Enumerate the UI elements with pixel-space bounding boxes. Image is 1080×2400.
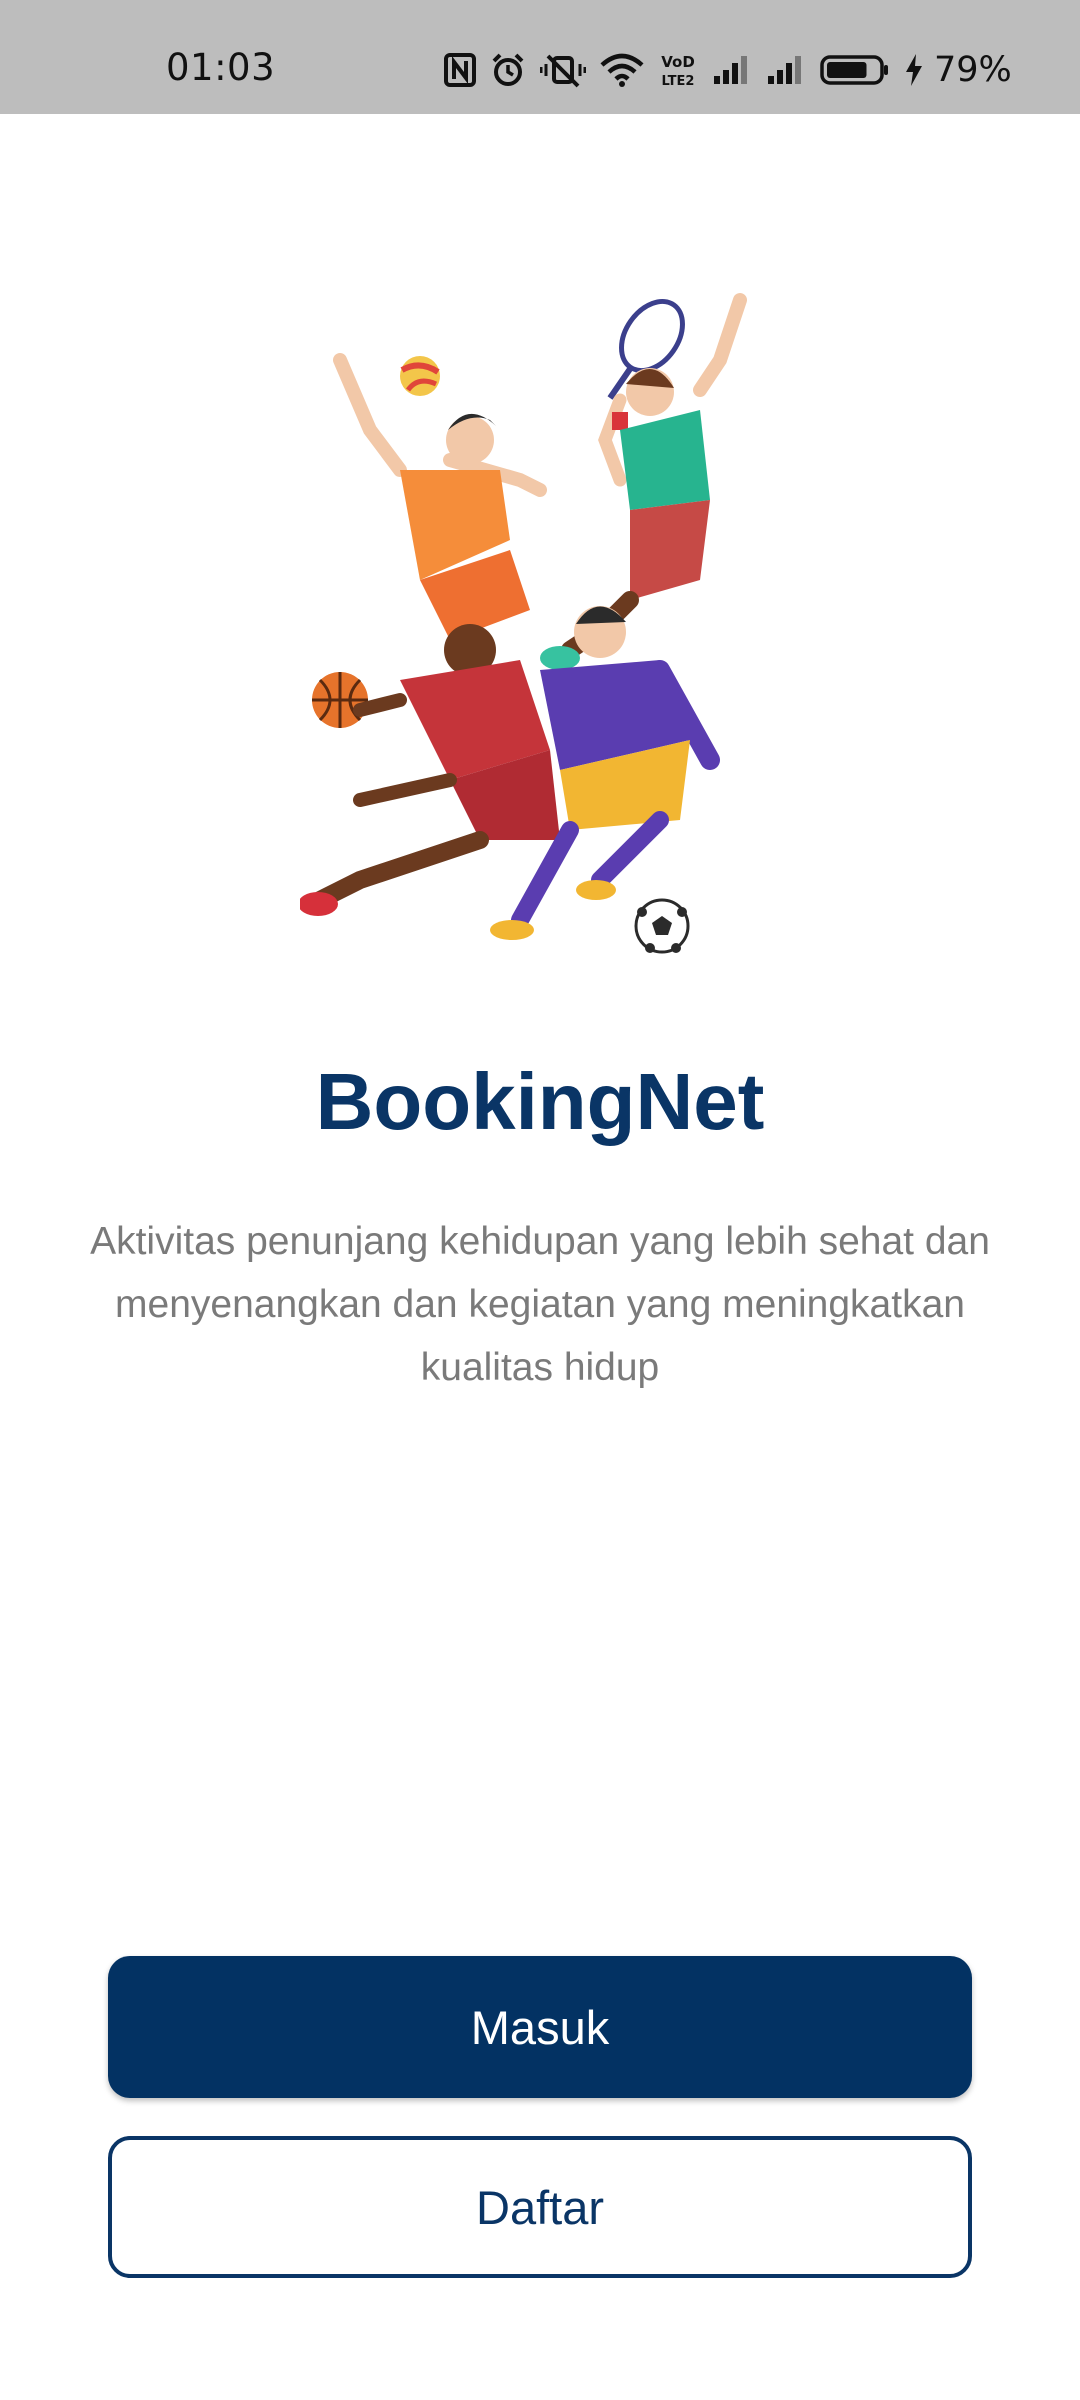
login-button[interactable]: Masuk: [108, 1956, 972, 2098]
charging-icon: [904, 53, 924, 87]
register-button[interactable]: Daftar: [108, 2136, 972, 2278]
volte-label-top: VoD: [661, 53, 695, 71]
basketball-icon: [312, 672, 368, 728]
status-time: 01:03: [166, 46, 276, 89]
status-icons: VoD LTE2 79%: [444, 48, 1012, 92]
wifi-icon: [600, 53, 644, 87]
signal-icon: [766, 54, 806, 86]
app-title: BookingNet: [315, 1057, 765, 1146]
nfc-icon: [444, 53, 476, 87]
app-tagline: Aktivitas penunjang kehidupan yang lebih…: [90, 1220, 990, 1389]
volte-label-bottom: LTE2: [662, 74, 695, 89]
soccer-ball-icon: [634, 898, 690, 954]
volte-icon: VoD LTE2: [658, 51, 698, 89]
basketball-player: [298, 624, 560, 916]
volleyball-player: [333, 353, 547, 640]
battery-percent: 79%: [934, 50, 1012, 90]
volleyball-icon: [400, 356, 440, 396]
battery-icon: [820, 54, 890, 86]
sports-players-illustration: [298, 280, 780, 960]
tennis-player: [540, 293, 747, 670]
vibrate-off-icon: [540, 52, 586, 88]
signal-icon: [712, 54, 752, 86]
alarm-icon: [490, 52, 526, 88]
status-bar: 01:03 VoD LTE2 79%: [0, 0, 1080, 114]
